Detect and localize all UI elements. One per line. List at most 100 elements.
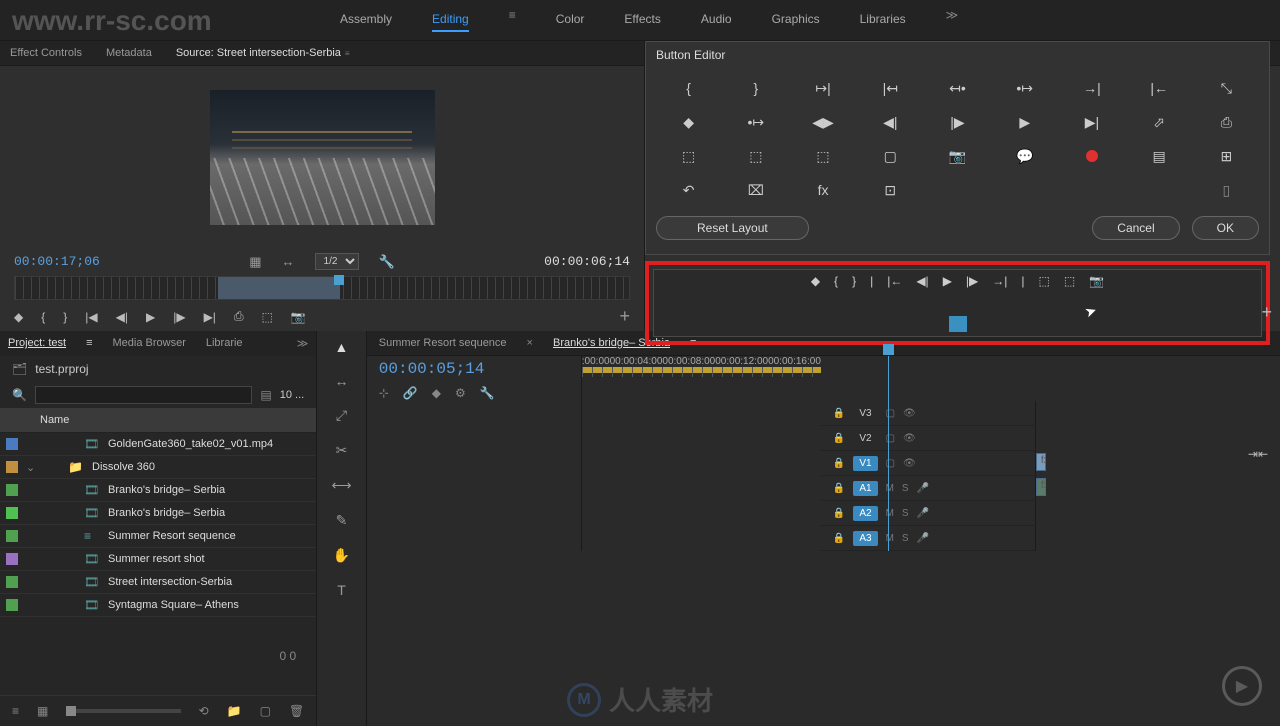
ripple-tool[interactable]: ⤢ [336,407,347,424]
thumbnail-size-slider[interactable] [66,709,180,713]
be-next-edit-icon[interactable]: →| [1059,72,1124,104]
eye-icon[interactable]: 👁 [903,433,916,444]
in-button[interactable]: { [41,310,45,324]
wrench-tl-icon[interactable]: 🔧 [480,386,495,400]
workspace-tab-assembly[interactable]: Assembly [340,8,392,32]
tb-lift-icon[interactable]: ⬚ [1039,274,1050,288]
lock-icon[interactable]: 🔒 [833,533,845,544]
be-comment-icon[interactable]: 💬 [992,140,1057,172]
tab-effect-controls[interactable]: Effect Controls [10,47,82,59]
solo-icon[interactable]: S [902,533,909,544]
settings-icon[interactable]: ⚙ [455,386,466,400]
new-bin-icon[interactable]: 📁 [227,704,242,718]
tb-go-in-icon[interactable]: |← [887,274,902,288]
timeline-scope-icon[interactable]: ⇥⇤ [1248,447,1268,461]
workspace-menu-icon[interactable]: ≡ [509,8,516,32]
list-item[interactable]: 🎞GoldenGate360_take02_v01.mp4 [0,433,316,456]
playhead-icon[interactable] [334,275,344,285]
solo-icon[interactable]: S [902,508,909,519]
fit-icon[interactable]: ↔ [282,254,295,269]
list-item[interactable]: 🎞Summer resort shot [0,548,316,571]
export-frame-button[interactable]: 📷 [291,310,306,324]
tb-camera-icon[interactable]: 📷 [1089,274,1104,288]
be-clear-icon[interactable]: ⌧ [723,174,788,206]
list-item[interactable]: ≡Summer Resort sequence [0,525,316,548]
project-column-name[interactable]: Name [0,408,316,433]
list-item[interactable]: 🎞Syntagma Square– Athens [0,594,316,617]
tb-play-icon[interactable]: ▶ [943,274,952,288]
tab-source[interactable]: Source: Street intersection-Serbia≡ [176,47,350,59]
voice-icon[interactable]: 🎤 [917,508,929,519]
be-camera-icon[interactable]: 📷 [925,140,990,172]
track-a1-label[interactable]: A1 [853,481,877,496]
workspace-tab-audio[interactable]: Audio [701,8,732,32]
be-marker-icon[interactable]: ◆ [656,106,721,138]
source-scrubber[interactable] [14,276,630,300]
hand-tool[interactable]: ✋ [333,547,350,564]
be-closed-caption-icon[interactable]: ⬚ [723,140,788,172]
be-mark-in-icon[interactable]: { [656,72,721,104]
marker-button[interactable]: ◆ [14,310,23,324]
project-more-icon[interactable]: ≫ [297,337,309,350]
lock-icon[interactable]: 🔒 [833,508,845,519]
lock-icon[interactable]: 🔒 [833,458,845,469]
slip-tool[interactable]: ⟷ [331,477,351,494]
be-fx-icon[interactable]: fx [790,174,855,206]
be-mark-out-icon[interactable]: } [723,72,788,104]
be-step-fwd-icon[interactable]: |▶ [925,106,990,138]
ok-button[interactable]: OK [1192,216,1259,240]
timeline-playhead[interactable] [888,356,889,551]
voice-icon[interactable]: 🎤 [917,533,929,544]
be-record-icon[interactable] [1059,140,1124,172]
workspace-tab-libraries[interactable]: Libraries [860,8,906,32]
solo-icon[interactable]: S [902,483,909,494]
workspace-more-icon[interactable]: ≫ [946,8,959,32]
track-v2-label[interactable]: V2 [853,431,877,446]
be-global-fx-icon[interactable]: ⊡ [858,174,923,206]
be-play-around-icon[interactable]: ◀▶ [790,106,855,138]
add-button-icon[interactable]: + [619,306,630,327]
tb-go-out-icon[interactable]: →| [992,274,1007,288]
reset-layout-button[interactable]: Reset Layout [656,216,809,240]
icon-view-icon[interactable]: ▦ [37,704,48,718]
be-shuttle-icon[interactable]: ▶| [1059,106,1124,138]
linked-icon[interactable]: 🔗 [403,386,418,400]
be-go-out-icon[interactable]: •↦ [992,72,1057,104]
wrench-icon[interactable]: 🔧 [379,254,395,270]
eye-icon[interactable]: 👁 [903,408,916,419]
grid-icon[interactable]: ▦ [249,254,261,270]
overwrite-button[interactable]: ⬚ [262,310,273,324]
be-play-icon[interactable]: ▶ [992,106,1057,138]
be-go-in-icon[interactable]: ↤• [925,72,990,104]
be-go-marker-icon[interactable]: •↦ [723,106,788,138]
razor-tool[interactable]: ✂ [336,442,348,459]
be-play-inout-icon[interactable]: ⤡ [1194,72,1259,104]
tab-metadata[interactable]: Metadata [106,47,152,59]
program-add-button-icon[interactable]: + [1261,302,1272,323]
timeline-tab-1[interactable]: Summer Resort sequence [379,337,507,349]
list-item[interactable]: ⌄📁Dissolve 360 [0,456,316,479]
insert-button[interactable]: ⎙ [234,309,244,324]
timeline-audio-clip[interactable]: fx [1036,478,1046,496]
be-prev-edit-icon[interactable]: |← [1127,72,1192,104]
tb-step-fwd-icon[interactable]: |▶ [966,274,978,288]
lock-icon[interactable]: 🔒 [833,408,845,419]
list-item[interactable]: 🎞Street intersection-Serbia [0,571,316,594]
tb-dropped-vr-icon[interactable] [949,316,967,332]
tab-libraries[interactable]: Librarie [206,337,243,350]
tb-in-icon[interactable]: { [834,274,838,288]
step-fwd-button[interactable]: |▶ [173,310,185,324]
marker-tl-icon[interactable]: ◆ [432,386,441,400]
voice-icon[interactable]: 🎤 [917,483,929,494]
tab-project[interactable]: Project: test [8,337,66,350]
be-loop-icon[interactable]: ▢ [858,140,923,172]
be-extract-icon[interactable]: ⎙ [1194,106,1259,138]
filter-icon[interactable]: ▤ [260,388,271,402]
new-item-icon[interactable]: ▢ [260,704,271,718]
go-out-button[interactable]: ▶| [204,310,216,324]
program-transport-bar[interactable]: ◆ { } | |← ◀| ▶ |▶ →| | ⬚ ⬚ 📷 [653,269,1262,337]
tb-out-icon[interactable]: } [852,274,856,288]
be-undo-icon[interactable]: ↶ [656,174,721,206]
selection-tool[interactable]: ▲ [335,339,349,355]
be-proxy-icon[interactable]: ▤ [1127,140,1192,172]
